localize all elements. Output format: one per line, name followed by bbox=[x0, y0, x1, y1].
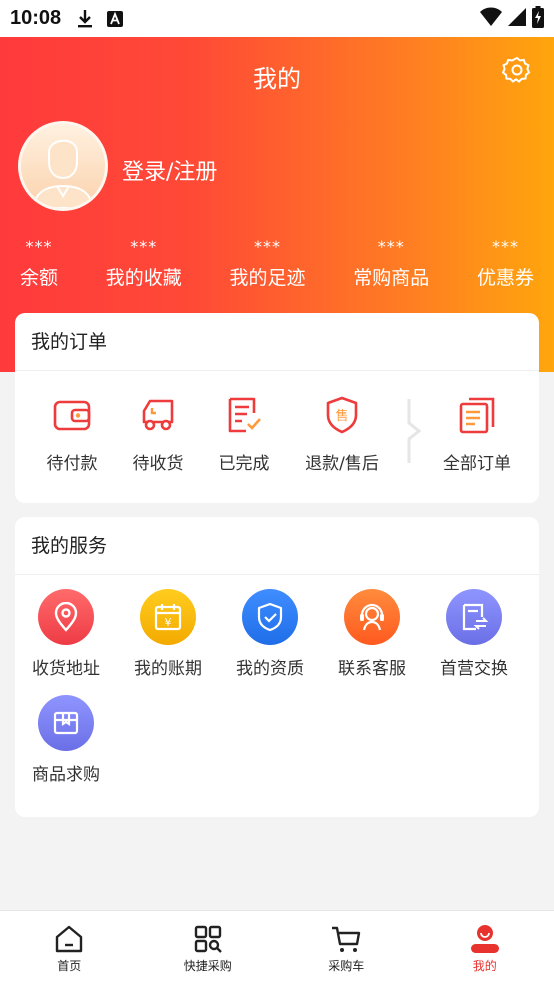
document-list-icon bbox=[457, 395, 497, 435]
shield-check-icon bbox=[242, 589, 298, 645]
orders-title: 我的订单 bbox=[15, 313, 539, 371]
stat-frequent-products[interactable]: *** 常购商品 bbox=[353, 237, 429, 290]
order-label: 待收货 bbox=[132, 454, 184, 474]
service-shipping-address[interactable]: 收货地址 bbox=[15, 589, 117, 679]
profile-icon bbox=[469, 923, 501, 955]
service-label: 首营交换 bbox=[440, 659, 508, 679]
stat-coupons[interactable]: *** 优惠券 bbox=[477, 237, 534, 290]
cart-icon bbox=[330, 923, 362, 955]
stat-value: *** bbox=[377, 237, 405, 256]
stat-balance[interactable]: *** 余额 bbox=[20, 237, 58, 290]
services-title: 我的服务 bbox=[15, 517, 539, 575]
customer-service-icon bbox=[344, 589, 400, 645]
order-pending-receipt[interactable]: 待收货 bbox=[115, 395, 201, 474]
font-a-icon bbox=[105, 9, 125, 29]
download-icon bbox=[75, 9, 95, 29]
stat-value: *** bbox=[130, 237, 158, 256]
avatar[interactable] bbox=[18, 121, 108, 211]
home-icon bbox=[53, 923, 85, 955]
stat-footprints[interactable]: *** 我的足迹 bbox=[229, 237, 305, 290]
box-icon bbox=[38, 695, 94, 751]
service-qualifications[interactable]: 我的资质 bbox=[219, 589, 321, 679]
after-sale-shield-icon: 售 bbox=[322, 395, 362, 435]
calendar-yen-icon: ¥ bbox=[140, 589, 196, 645]
tab-quick-purchase[interactable]: 快捷采购 bbox=[139, 911, 278, 984]
service-label: 我的资质 bbox=[236, 659, 304, 679]
service-label: 联系客服 bbox=[338, 659, 406, 679]
settings-gear-icon[interactable] bbox=[501, 55, 532, 85]
order-status-row: 待付款 待收货 已完成 售 退款/售后 全部订单 bbox=[15, 371, 539, 474]
stat-label: 我的足迹 bbox=[229, 267, 306, 289]
stat-label: 常购商品 bbox=[353, 267, 430, 289]
exchange-document-icon bbox=[446, 589, 502, 645]
quick-purchase-icon bbox=[192, 923, 224, 955]
separator-arrow-icon bbox=[407, 399, 422, 463]
stat-label: 余额 bbox=[20, 267, 59, 289]
login-register-link[interactable]: 登录/注册 bbox=[122, 154, 217, 186]
order-pending-payment[interactable]: 待付款 bbox=[29, 395, 115, 474]
wifi-icon bbox=[480, 7, 502, 31]
tab-profile[interactable]: 我的 bbox=[416, 911, 554, 984]
order-label: 待付款 bbox=[46, 454, 98, 474]
service-label: 我的账期 bbox=[134, 659, 202, 679]
order-label: 退款/售后 bbox=[305, 454, 379, 474]
order-all[interactable]: 全部订单 bbox=[427, 395, 527, 474]
location-pin-icon bbox=[38, 589, 94, 645]
status-bar: 10:08 bbox=[0, 0, 554, 37]
stat-value: *** bbox=[25, 237, 53, 256]
orders-card: 我的订单 待付款 待收货 已完成 售 退款/售后 全部订单 bbox=[15, 313, 539, 503]
stat-value: *** bbox=[491, 237, 519, 256]
status-time: 10:08 bbox=[10, 7, 62, 29]
page-title: 我的 bbox=[253, 65, 301, 93]
order-refund-after-sale[interactable]: 售 退款/售后 bbox=[287, 395, 397, 474]
battery-icon bbox=[532, 5, 544, 32]
service-label: 商品求购 bbox=[32, 765, 100, 785]
tab-label: 我的 bbox=[472, 959, 497, 973]
service-first-business-exchange[interactable]: 首营交换 bbox=[423, 589, 525, 679]
order-label: 已完成 bbox=[218, 454, 270, 474]
tab-label: 快捷采购 bbox=[183, 959, 232, 973]
svg-text:售: 售 bbox=[335, 408, 348, 424]
service-billing-period[interactable]: ¥ 我的账期 bbox=[117, 589, 219, 679]
stats-row: *** 余额 *** 我的收藏 *** 我的足迹 *** 常购商品 *** 优惠… bbox=[0, 237, 554, 290]
wallet-icon bbox=[52, 395, 92, 435]
truck-icon bbox=[138, 395, 178, 435]
tab-label: 采购车 bbox=[328, 959, 365, 973]
bottom-tab-bar: 首页 快捷采购 采购车 我的 bbox=[0, 910, 554, 984]
svg-text:¥: ¥ bbox=[165, 616, 172, 629]
services-grid: 收货地址 ¥ 我的账期 我的资质 联系客服 首营交换 商品求购 bbox=[15, 575, 539, 801]
tab-label: 首页 bbox=[57, 959, 82, 973]
stat-label: 优惠券 bbox=[476, 267, 534, 289]
tab-cart[interactable]: 采购车 bbox=[277, 911, 416, 984]
services-card: 我的服务 收货地址 ¥ 我的账期 我的资质 联系客服 首营交换 商品求购 bbox=[15, 517, 539, 817]
tab-home[interactable]: 首页 bbox=[0, 911, 139, 984]
stat-value: *** bbox=[253, 237, 281, 256]
order-completed[interactable]: 已完成 bbox=[201, 395, 287, 474]
stat-label: 我的收藏 bbox=[105, 267, 182, 289]
order-label: 全部订单 bbox=[443, 454, 511, 474]
checked-document-icon bbox=[224, 395, 264, 435]
signal-icon bbox=[508, 7, 526, 30]
service-customer-support[interactable]: 联系客服 bbox=[321, 589, 423, 679]
service-label: 收货地址 bbox=[32, 659, 100, 679]
service-product-request[interactable]: 商品求购 bbox=[15, 695, 117, 785]
stat-favorites[interactable]: *** 我的收藏 bbox=[106, 237, 182, 290]
